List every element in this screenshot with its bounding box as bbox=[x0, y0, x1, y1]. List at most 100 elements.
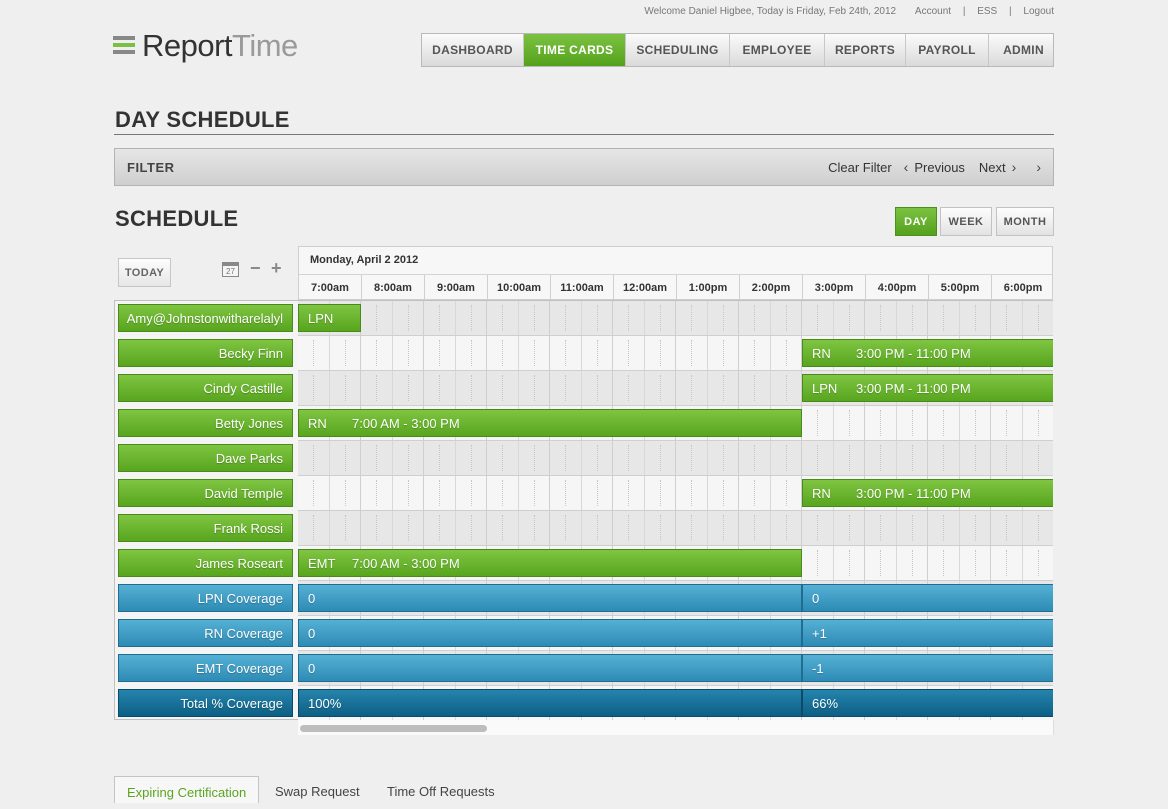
time-slot[interactable] bbox=[865, 406, 928, 441]
time-slot[interactable] bbox=[802, 441, 865, 476]
shift-bar[interactable]: EMT 7:00 AM - 3:00 PM bbox=[298, 549, 802, 577]
time-slot[interactable] bbox=[802, 406, 865, 441]
time-slot[interactable] bbox=[361, 441, 424, 476]
time-slot[interactable] bbox=[550, 371, 613, 406]
row-timeline[interactable] bbox=[298, 441, 1053, 476]
nav-time-cards[interactable]: TIME CARDS bbox=[524, 34, 626, 66]
chevron-end-icon[interactable]: › bbox=[1036, 159, 1041, 175]
time-slot[interactable] bbox=[991, 441, 1053, 476]
time-slot[interactable] bbox=[424, 441, 487, 476]
time-slot[interactable] bbox=[676, 371, 739, 406]
time-slot[interactable] bbox=[361, 336, 424, 371]
time-slot[interactable] bbox=[298, 511, 361, 546]
row-timeline[interactable]: RN 3:00 PM - 11:00 PM bbox=[298, 336, 1053, 371]
time-slot[interactable] bbox=[802, 301, 865, 336]
time-slot[interactable] bbox=[739, 476, 802, 511]
time-slot[interactable] bbox=[424, 371, 487, 406]
filter-bar[interactable]: FILTER Clear Filter ‹ Previous Next › › bbox=[114, 148, 1054, 186]
account-link[interactable]: Account bbox=[915, 6, 951, 17]
shift-bar[interactable]: RN 3:00 PM - 11:00 PM bbox=[802, 479, 1053, 507]
zoom-in-icon[interactable]: + bbox=[271, 258, 282, 279]
coverage-bar[interactable]: 0 bbox=[298, 654, 802, 682]
time-slot[interactable] bbox=[361, 371, 424, 406]
row-timeline[interactable] bbox=[298, 511, 1053, 546]
coverage-label[interactable]: LPN Coverage bbox=[118, 584, 293, 612]
view-day-button[interactable]: DAY bbox=[895, 207, 937, 236]
ess-link[interactable]: ESS bbox=[977, 6, 997, 17]
time-slot[interactable] bbox=[865, 301, 928, 336]
time-slot[interactable] bbox=[739, 336, 802, 371]
coverage-bar[interactable]: 0 bbox=[802, 584, 1053, 612]
time-slot[interactable] bbox=[802, 511, 865, 546]
time-slot[interactable] bbox=[361, 511, 424, 546]
logout-link[interactable]: Logout bbox=[1023, 6, 1054, 17]
time-slot[interactable] bbox=[676, 336, 739, 371]
row-timeline[interactable]: LPN bbox=[298, 301, 1053, 336]
time-slot[interactable] bbox=[613, 476, 676, 511]
time-slot[interactable] bbox=[613, 336, 676, 371]
time-slot[interactable] bbox=[424, 301, 487, 336]
time-slot[interactable] bbox=[991, 406, 1053, 441]
time-slot[interactable] bbox=[865, 511, 928, 546]
employee-name[interactable]: David Temple bbox=[118, 479, 293, 507]
view-month-button[interactable]: MONTH bbox=[996, 207, 1054, 236]
horizontal-scrollbar[interactable] bbox=[298, 720, 1054, 735]
time-slot[interactable] bbox=[802, 546, 865, 581]
time-slot[interactable] bbox=[424, 511, 487, 546]
time-slot[interactable] bbox=[298, 476, 361, 511]
row-timeline[interactable]: RN 7:00 AM - 3:00 PM bbox=[298, 406, 1053, 441]
coverage-bar[interactable]: +1 bbox=[802, 619, 1053, 647]
time-slot[interactable] bbox=[613, 371, 676, 406]
time-slot[interactable] bbox=[424, 336, 487, 371]
time-slot[interactable] bbox=[676, 441, 739, 476]
time-slot[interactable] bbox=[928, 301, 991, 336]
time-slot[interactable] bbox=[928, 546, 991, 581]
employee-name[interactable]: Amy@Johnstonwitharelalyl bbox=[118, 304, 293, 332]
time-slot[interactable] bbox=[739, 441, 802, 476]
time-slot[interactable] bbox=[676, 476, 739, 511]
time-slot[interactable] bbox=[676, 301, 739, 336]
time-slot[interactable] bbox=[298, 371, 361, 406]
employee-name[interactable]: Frank Rossi bbox=[118, 514, 293, 542]
row-timeline[interactable]: 0 -1 bbox=[298, 651, 1053, 686]
time-slot[interactable] bbox=[676, 511, 739, 546]
scrollbar-thumb[interactable] bbox=[300, 725, 487, 732]
employee-name[interactable]: Betty Jones bbox=[118, 409, 293, 437]
time-slot[interactable] bbox=[550, 301, 613, 336]
time-slot[interactable] bbox=[739, 511, 802, 546]
time-slot[interactable] bbox=[424, 476, 487, 511]
employee-name[interactable]: Dave Parks bbox=[118, 444, 293, 472]
time-slot[interactable] bbox=[613, 511, 676, 546]
row-timeline[interactable]: 0 +1 bbox=[298, 616, 1053, 651]
nav-employee[interactable]: EMPLOYEE bbox=[730, 34, 825, 66]
tab-swap-request[interactable]: Swap Request bbox=[275, 784, 360, 799]
employee-name[interactable]: Cindy Castille bbox=[118, 374, 293, 402]
coverage-bar[interactable]: 66% bbox=[802, 689, 1053, 717]
time-slot[interactable] bbox=[991, 511, 1053, 546]
time-slot[interactable] bbox=[613, 301, 676, 336]
time-slot[interactable] bbox=[865, 441, 928, 476]
time-slot[interactable] bbox=[928, 406, 991, 441]
time-slot[interactable] bbox=[739, 371, 802, 406]
shift-bar[interactable]: LPN 3:00 PM - 11:00 PM bbox=[802, 374, 1053, 402]
coverage-bar[interactable]: 0 bbox=[298, 619, 802, 647]
shift-bar[interactable]: LPN bbox=[298, 304, 361, 332]
employee-name[interactable]: Becky Finn bbox=[118, 339, 293, 367]
time-slot[interactable] bbox=[487, 301, 550, 336]
shift-bar[interactable]: RN 7:00 AM - 3:00 PM bbox=[298, 409, 802, 437]
row-timeline[interactable]: RN 3:00 PM - 11:00 PM bbox=[298, 476, 1053, 511]
coverage-label[interactable]: Total % Coverage bbox=[118, 689, 293, 717]
time-slot[interactable] bbox=[361, 301, 424, 336]
time-slot[interactable] bbox=[487, 476, 550, 511]
time-slot[interactable] bbox=[991, 546, 1053, 581]
time-slot[interactable] bbox=[361, 476, 424, 511]
calendar-icon[interactable]: 27 bbox=[222, 262, 239, 277]
row-timeline[interactable]: EMT 7:00 AM - 3:00 PM bbox=[298, 546, 1053, 581]
row-timeline[interactable]: LPN 3:00 PM - 11:00 PM bbox=[298, 371, 1053, 406]
employee-name[interactable]: James Roseart bbox=[118, 549, 293, 577]
time-slot[interactable] bbox=[550, 336, 613, 371]
nav-reports[interactable]: REPORTS bbox=[825, 34, 906, 66]
chevron-right-icon[interactable]: › bbox=[1012, 159, 1017, 175]
nav-dashboard[interactable]: DASHBOARD bbox=[422, 34, 524, 66]
time-slot[interactable] bbox=[865, 546, 928, 581]
